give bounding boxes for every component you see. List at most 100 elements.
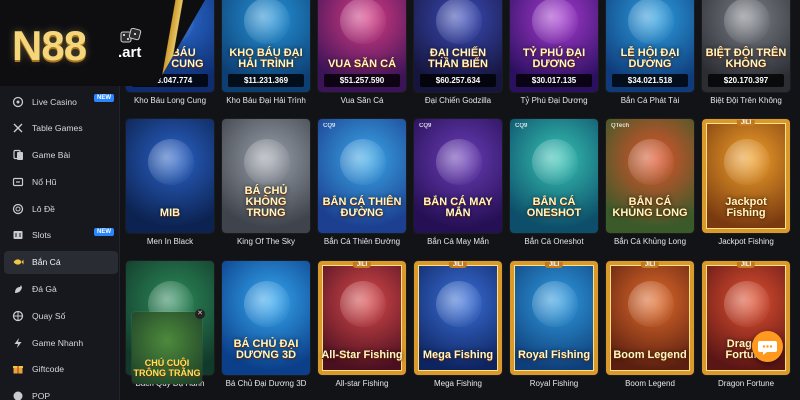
game-card[interactable]: BIỆT ĐỘI TRÊN KHÔNG $20.170.397 Biệt Đội T… — [702, 0, 790, 105]
sidebar-item-label: Nổ Hũ — [32, 176, 57, 187]
game-name: Bá Chủ Đại Dương 3D — [225, 379, 307, 388]
game-thumbnail[interactable]: JILI Royal Fishing — [510, 261, 598, 375]
sidebar-item-quay-so[interactable]: Quay Số — [4, 304, 118, 327]
sidebar-item-label: POP — [32, 391, 51, 400]
game-thumbnail[interactable]: JILI Mega Fishing — [414, 261, 502, 375]
game-art-title: All-Star Fishing — [321, 349, 403, 361]
game-thumbnail[interactable]: JILI Boom Legend — [606, 261, 694, 375]
game-thumbnail[interactable]: BÁ CHỦ KHÔNG TRUNG — [222, 119, 310, 233]
game-card[interactable]: JILI Mega Fishing Mega Fishing — [414, 261, 502, 388]
game-card[interactable]: BẮN CÁ MAY MẮN CQ9 Bắn Cá May Mắn — [414, 119, 502, 246]
game-art-title: BẮN CÁ THIÊN ĐƯỜNG — [322, 196, 402, 219]
game-thumbnail[interactable]: BẮN CÁ MAY MẮN CQ9 — [414, 119, 502, 233]
game-thumbnail[interactable]: BẮN CÁ THIÊN ĐƯỜNG CQ9 — [318, 119, 406, 233]
game-card[interactable]: MIB Men In Black — [126, 119, 214, 246]
game-thumbnail[interactable]: BẮN CÁ ONESHOT CQ9 — [510, 119, 598, 233]
game-thumbnail[interactable]: MIB — [126, 119, 214, 233]
promo-art-title: CHÚ CUỘI TRÔNG TRĂNG — [133, 358, 201, 378]
game-card[interactable]: JILI Royal Fishing Royal Fishing — [510, 261, 598, 388]
game-thumbnail[interactable]: BIỆT ĐỘI TRÊN KHÔNG $20.170.397 — [702, 0, 790, 92]
category-nav: Live Casino NEW Table Games Game Bài Nổ Hũ Lô… — [4, 90, 118, 400]
sidebar-item-label: Game Bài — [32, 150, 71, 161]
sidebar-item-label: Slots — [32, 230, 52, 241]
jackpot-amount: $60.257.634 — [420, 74, 496, 87]
close-icon[interactable]: ✕ — [195, 309, 205, 319]
provider-tag: JILI — [736, 262, 756, 268]
game-card[interactable]: TỶ PHÚ ĐẠI DƯƠNG $30.017.135 Tỷ Phú Đại Dư… — [510, 0, 598, 105]
sidebar-item-pop[interactable]: POP — [4, 385, 118, 400]
game-art-creature — [244, 281, 290, 327]
game-card[interactable]: VUA SĂN CÁ $51.257.590 Vua Săn Cá — [318, 0, 406, 105]
game-name: Kho Báu Long Cung — [133, 96, 207, 105]
sidebar-item-game-nhanh[interactable]: Game Nhanh — [4, 331, 118, 354]
game-name: All-star Fishing — [335, 379, 389, 388]
game-thumbnail[interactable]: LỄ HỘI ĐẠI DƯƠNG $34.021.518 — [606, 0, 694, 92]
pop-icon — [13, 391, 23, 400]
game-card[interactable]: BẮN CÁ ONESHOT CQ9 Bắn Cá Oneshot — [510, 119, 598, 246]
game-art-creature — [628, 139, 674, 185]
game-name: Royal Fishing — [529, 379, 579, 388]
brand-suffix: .art — [118, 44, 142, 61]
sidebar-item-label: Đá Gà — [32, 284, 57, 295]
sidebar-item-slots[interactable]: Slots NEW — [4, 224, 118, 247]
game-name: Kho Báu Đại Hải Trình — [226, 96, 306, 105]
table-games-icon — [13, 123, 23, 133]
live-casino-icon — [12, 96, 24, 107]
game-art-title: BẮN CÁ KHỦNG LONG — [612, 196, 688, 219]
sidebar-item-ban-ca[interactable]: Bắn Cá — [4, 250, 118, 274]
chat-bubble-icon — [758, 341, 777, 355]
game-card[interactable]: BẮN CÁ THIÊN ĐƯỜNG CQ9 Bắn Cá Thiên Đường — [318, 119, 406, 246]
sidebar-item-no-hu[interactable]: Nổ Hũ — [4, 170, 118, 193]
game-card[interactable]: BẮN CÁ KHỦNG LONG QTech Bắn Cá Khủng Long — [606, 119, 694, 246]
game-card[interactable]: JILI Boom Legend Boom Legend — [606, 261, 694, 388]
sidebar-item-label: Bắn Cá — [32, 257, 61, 268]
game-art-creature — [532, 139, 578, 185]
sidebar-item-game-bai[interactable]: Game Bài — [4, 144, 118, 167]
brand-logo: N88 — [12, 22, 87, 69]
sidebar-item-da-ga[interactable]: Đá Gà — [4, 278, 118, 301]
game-art-title: Jackpot Fishing — [725, 196, 767, 219]
app: Live Casino NEW Table Games Game Bài Nổ Hũ Lô… — [0, 0, 800, 400]
game-thumbnail[interactable]: BÁ CHỦ ĐẠI DƯƠNG 3D — [222, 261, 310, 375]
sidebar-item-lo-de[interactable]: Lô Đề — [4, 197, 118, 220]
sidebar-item-live-casino[interactable]: Live Casino NEW — [4, 90, 118, 113]
game-art-title: BÁ CHỦ ĐẠI DƯƠNG 3D — [233, 338, 299, 361]
sidebar-item-table-games[interactable]: Table Games — [4, 117, 118, 140]
game-card[interactable]: BÁ CHỦ ĐẠI DƯƠNG 3D Bá Chủ Đại Dương 3D — [222, 261, 310, 388]
game-thumbnail[interactable]: JILI All-Star Fishing — [318, 261, 406, 375]
slot-machine-icon — [13, 231, 23, 240]
game-name: Bắn Cá Phát Tài — [620, 96, 680, 105]
game-name: Bắn Cá May Mắn — [427, 237, 489, 246]
game-card[interactable]: JILI All-Star Fishing All-star Fishing — [318, 261, 406, 388]
promo-floating-banner[interactable]: CHÚ CUỘI TRÔNG TRĂNG ✕ — [132, 309, 205, 384]
game-thumbnail[interactable]: JILI Jackpot Fishing — [702, 119, 790, 233]
gift-icon — [13, 366, 23, 374]
game-art-title: Royal Fishing — [517, 349, 591, 361]
game-thumbnail[interactable]: VUA SĂN CÁ $51.257.590 — [318, 0, 406, 92]
game-art-title: LỄ HỘI ĐẠI DƯƠNG — [620, 47, 680, 70]
fish-icon — [13, 259, 24, 265]
jackpot-amount: $20.170.397 — [708, 74, 784, 87]
game-card[interactable]: JILI Dragon Fortune Dragon Fortune — [702, 261, 790, 388]
game-art-creature — [244, 139, 290, 185]
game-name: Bắn Cá Oneshot — [524, 237, 584, 246]
chat-button[interactable] — [752, 331, 783, 362]
sidebar-item-label: Lô Đề — [32, 203, 55, 214]
game-name: Men In Black — [146, 237, 194, 246]
game-art-title: BẮN CÁ ONESHOT — [526, 196, 582, 219]
game-card[interactable]: JILI Jackpot Fishing Jackpot Fishing — [702, 119, 790, 246]
provider-logo: CQ9 — [323, 123, 336, 129]
sidebar-item-giftcode[interactable]: Giftcode — [4, 358, 118, 381]
game-card[interactable]: LỄ HỘI ĐẠI DƯƠNG $34.021.518 Bắn Cá Phát T… — [606, 0, 694, 105]
game-card[interactable]: BÁ CHỦ KHÔNG TRUNG King Of The Sky — [222, 119, 310, 246]
game-thumbnail[interactable]: BẮN CÁ KHỦNG LONG QTech — [606, 119, 694, 233]
game-art-creature — [436, 0, 482, 44]
game-thumbnail[interactable]: TỶ PHÚ ĐẠI DƯƠNG $30.017.135 — [510, 0, 598, 92]
game-thumbnail[interactable]: KHO BÁU ĐẠI HẢI TRÌNH $11.231.369 — [222, 0, 310, 92]
game-card[interactable]: ĐẠI CHIẾN THẦN BIỂN $60.257.634 Đại Chiến … — [414, 0, 502, 105]
game-art-title: BIỆT ĐỘI TRÊN KHÔNG — [705, 47, 787, 70]
game-card[interactable]: KHO BÁU ĐẠI HẢI TRÌNH $11.231.369 Kho Báu … — [222, 0, 310, 105]
game-art-creature — [340, 0, 386, 44]
provider-logo: CQ9 — [515, 123, 528, 129]
game-thumbnail[interactable]: ĐẠI CHIẾN THẦN BIỂN $60.257.634 — [414, 0, 502, 92]
